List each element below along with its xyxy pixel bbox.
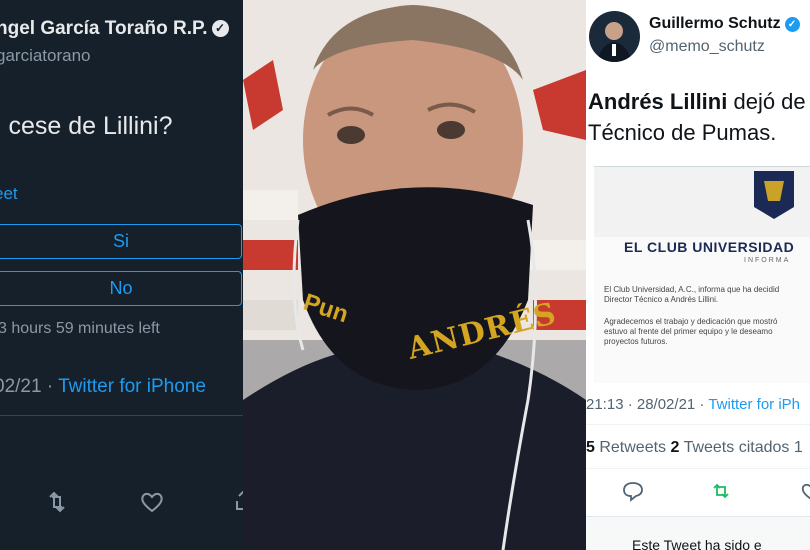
retweet-icon[interactable] bbox=[42, 487, 72, 517]
card-paragraph: Director Técnico a Andrés Lillini. bbox=[604, 295, 719, 304]
author-handle[interactable]: @memo_schutz bbox=[649, 38, 765, 56]
heart-icon[interactable] bbox=[137, 487, 167, 517]
pumas-crest-icon bbox=[594, 167, 810, 237]
verified-badge-icon: ✓ bbox=[211, 20, 229, 37]
reply-icon[interactable] bbox=[622, 480, 644, 502]
tweet-text: Andrés Lillini dejó de se Técnico de Pum… bbox=[588, 89, 810, 145]
tweet-stats[interactable]: 5 Retweets 2 Tweets citados 1 bbox=[586, 439, 803, 457]
author-name[interactable]: ngel García Toraño R.P. ✓ bbox=[0, 18, 229, 40]
card-paragraph: El Club Universidad, A.C., informa que h… bbox=[604, 285, 780, 294]
divider bbox=[0, 415, 243, 416]
press-conference-video-frame: ANDRÉS Pun bbox=[243, 0, 586, 550]
card-paragraph: estuvo al frente del primer equipo y le … bbox=[604, 327, 773, 336]
card-subheading: INFORMA bbox=[744, 257, 791, 264]
right-tweet-panel: Guillermo Schutz ✓ @memo_schutz Andrés Li… bbox=[586, 0, 810, 550]
card-paragraph: proyectos futuros. bbox=[604, 337, 668, 346]
view-tweet-link[interactable]: eet bbox=[0, 184, 18, 204]
client-link[interactable]: Twitter for iPhone bbox=[58, 376, 206, 397]
poll-time-left: 3 hours 59 minutes left bbox=[0, 320, 160, 337]
coach-photo bbox=[243, 0, 586, 550]
poll-question: l cese de Lillini? bbox=[0, 112, 173, 140]
attached-image-card[interactable]: EL CLUB UNIVERSIDAD INFORMA El Club Univ… bbox=[594, 166, 810, 383]
retweet-icon[interactable] bbox=[710, 480, 732, 502]
card-heading: EL CLUB UNIVERSIDAD bbox=[624, 239, 795, 255]
author-name[interactable]: Guillermo Schutz ✓ bbox=[649, 15, 800, 33]
poll-option-no[interactable]: No bbox=[0, 271, 242, 306]
client-link[interactable]: Twitter for iPh bbox=[708, 396, 800, 413]
tweet-timestamp: 02/21 · Twitter for iPhone bbox=[0, 376, 206, 397]
author-handle[interactable]: garciatorano bbox=[0, 46, 91, 66]
card-paragraph: Agradecemos el trabajo y dedicación que … bbox=[604, 317, 778, 326]
tweet-unavailable-notice: Este Tweet ha sido e bbox=[586, 516, 810, 550]
divider bbox=[586, 468, 810, 469]
divider bbox=[586, 424, 810, 425]
share-icon[interactable] bbox=[232, 487, 243, 517]
left-tweet-panel: ngel García Toraño R.P. ✓ garciatorano l … bbox=[0, 0, 243, 550]
tweet-timestamp: 21:13 · 28/02/21 · Twitter for iPh bbox=[586, 396, 801, 413]
poll-option-si[interactable]: Si bbox=[0, 224, 242, 259]
author-avatar[interactable] bbox=[589, 11, 640, 62]
heart-icon[interactable] bbox=[800, 480, 810, 502]
verified-badge-icon: ✓ bbox=[784, 17, 800, 32]
